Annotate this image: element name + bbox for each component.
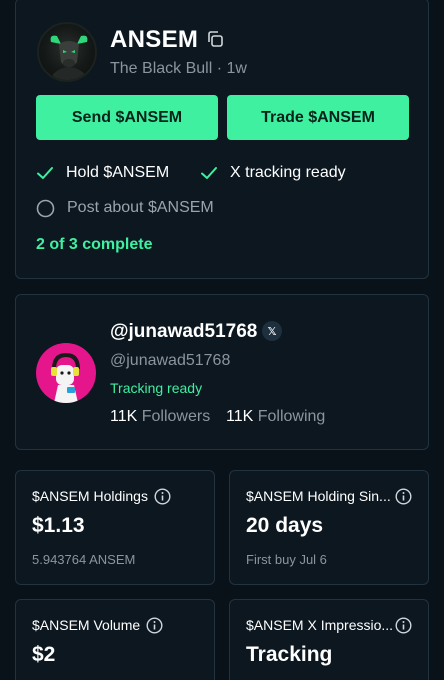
token-subtitle: The Black Bull · 1w <box>110 60 247 77</box>
task-hold-token: Hold $ANSEM <box>36 162 169 184</box>
task-progress: 2 of 3 complete <box>36 236 153 253</box>
task-x-tracking: X tracking ready <box>200 162 346 184</box>
x-logo-icon[interactable]: 𝕏 <box>262 321 282 341</box>
followers-label: Followers <box>141 408 211 425</box>
stat-label: $ANSEM Volume <box>32 617 141 633</box>
copy-icon[interactable] <box>206 30 224 48</box>
stat-value: $2 <box>32 643 56 666</box>
task-post-about[interactable]: Post about $ANSEM <box>36 197 214 219</box>
task-label: X tracking ready <box>230 164 346 181</box>
user-avatar <box>36 343 96 403</box>
following-stat[interactable]: 11K Following <box>226 408 325 426</box>
stat-subtext: First buy Jul 6 <box>246 552 327 567</box>
holding-since-stat-card: $ANSEM Holding Sin... 20 days First buy … <box>229 470 429 585</box>
stat-value: 20 days <box>246 514 324 537</box>
profile-username: @junawad51768 <box>110 352 231 369</box>
trade-token-button[interactable]: Trade $ANSEM <box>227 95 409 140</box>
holdings-stat-card: $ANSEM Holdings $1.13 5.943764 ANSEM <box>15 470 215 585</box>
token-card: ANSEM The Black Bull · 1w Send $ANSEM Tr… <box>15 0 429 279</box>
info-icon[interactable] <box>146 617 163 634</box>
tracking-status: Tracking ready <box>110 380 203 396</box>
stat-label: $ANSEM Holding Sin... <box>246 488 391 504</box>
stat-label: $ANSEM X Impressio... <box>246 617 394 633</box>
following-count: 11K <box>226 408 254 425</box>
impressions-stat-card: $ANSEM X Impressio... Tracking <box>229 599 429 680</box>
followers-stat[interactable]: 11K Followers <box>110 408 210 426</box>
profile-card: @junawad51768 𝕏 @junawad51768 Tracking r… <box>15 294 429 450</box>
stat-subtext: 5.943764 ANSEM <box>32 552 136 567</box>
task-label: Post about $ANSEM <box>67 199 214 216</box>
check-icon <box>201 167 217 179</box>
task-label: Hold $ANSEM <box>66 164 170 181</box>
stat-value: Tracking <box>246 643 333 666</box>
token-name: ANSEM <box>110 26 199 53</box>
volume-stat-card: $ANSEM Volume $2 <box>15 599 215 680</box>
profile-handle: @junawad51768 <box>110 321 258 342</box>
info-icon[interactable] <box>395 617 412 634</box>
empty-circle-icon <box>36 199 55 217</box>
followers-count: 11K <box>110 408 138 425</box>
following-label: Following <box>257 408 326 425</box>
stat-value: $1.13 <box>32 514 85 537</box>
info-icon[interactable] <box>154 488 171 505</box>
bull-avatar-icon <box>37 22 97 82</box>
user-avatar-icon <box>51 352 80 403</box>
stat-label: $ANSEM Holdings <box>32 488 148 504</box>
check-icon <box>37 167 53 179</box>
info-icon[interactable] <box>395 488 412 505</box>
send-token-button[interactable]: Send $ANSEM <box>36 95 218 140</box>
